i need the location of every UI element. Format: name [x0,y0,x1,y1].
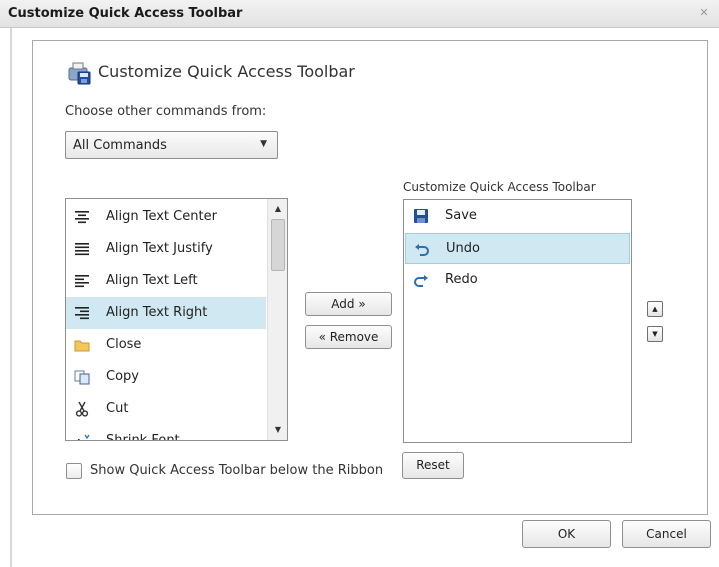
list-item-label: Align Text Justify [106,241,213,256]
list-item-label: Align Text Center [106,209,217,224]
qat-customize-icon [68,62,91,85]
list-item-label: Close [106,337,142,352]
list-item-label: Cut [106,401,129,416]
show-below-ribbon-label: Show Quick Access Toolbar below the Ribb… [90,463,384,478]
scroll-down-icon[interactable]: ▼ [268,421,287,439]
add-button[interactable]: Add » [305,292,392,316]
align-right-icon [75,307,89,320]
redo-icon [414,275,428,287]
window-edge [10,28,12,567]
list-item-label: Align Text Left [106,273,198,288]
list-item[interactable]: Cut [66,393,266,425]
show-below-ribbon-checkbox[interactable] [66,463,82,479]
copy-icon [74,370,90,385]
align-center-icon [75,211,89,224]
scroll-thumb[interactable] [271,219,285,271]
list-item-label: Copy [106,369,139,384]
commands-list[interactable]: Align Text Center Align Text Justify Ali… [65,198,288,441]
toolbar-commands-list[interactable]: Save Undo Redo [403,199,632,443]
customize-qat-dialog: Customize Quick Access Toolbar ✕ Customi… [0,0,719,567]
remove-button[interactable]: « Remove [305,325,392,349]
chevron-down-icon: ▼ [260,139,267,149]
dropdown-value: All Commands [73,138,167,153]
list-item-label: Redo [445,272,478,287]
list-item-label: Undo [446,241,480,256]
list-item[interactable]: Save [405,201,630,232]
svg-text:A: A [75,437,83,441]
undo-icon [415,244,429,256]
page-title: Customize Quick Access Toolbar [98,62,355,81]
list-item-selected[interactable]: Align Text Right [66,297,266,329]
commands-source-dropdown[interactable]: All Commands ▼ [65,131,278,159]
list-item[interactable]: A Shrink Font [66,425,266,441]
list-item-selected[interactable]: Undo [405,233,630,264]
close-icon[interactable]: ✕ [697,6,711,20]
toolbar-list-label: Customize Quick Access Toolbar [403,180,596,194]
choose-commands-label: Choose other commands from: [65,104,267,119]
list-item[interactable]: Close [66,329,266,361]
reset-button[interactable]: Reset [402,452,464,479]
list-item[interactable]: Align Text Left [66,265,266,297]
title-bar: Customize Quick Access Toolbar ✕ [0,0,719,28]
list-item-label: Align Text Right [106,305,208,320]
list-item[interactable]: Redo [405,265,630,296]
list-item[interactable]: Copy [66,361,266,393]
align-left-icon [75,275,89,288]
move-down-button[interactable]: ▼ [647,326,663,342]
cancel-button[interactable]: Cancel [622,520,711,548]
ok-button[interactable]: OK [522,520,611,548]
list-item-label: Shrink Font [106,433,180,441]
dialog-title: Customize Quick Access Toolbar [8,6,243,21]
commands-scrollbar[interactable]: ▲ ▼ [267,199,287,440]
list-item[interactable]: Align Text Justify [66,233,266,265]
align-justify-icon [75,243,89,256]
list-item-label: Save [445,208,477,223]
move-up-button[interactable]: ▲ [647,301,663,317]
shrink-font-icon: A [75,434,90,441]
scroll-up-icon[interactable]: ▲ [268,200,287,218]
folder-close-icon [74,340,90,352]
save-icon [414,209,428,223]
list-item[interactable]: Align Text Center [66,201,266,233]
scissors-icon [75,401,89,417]
